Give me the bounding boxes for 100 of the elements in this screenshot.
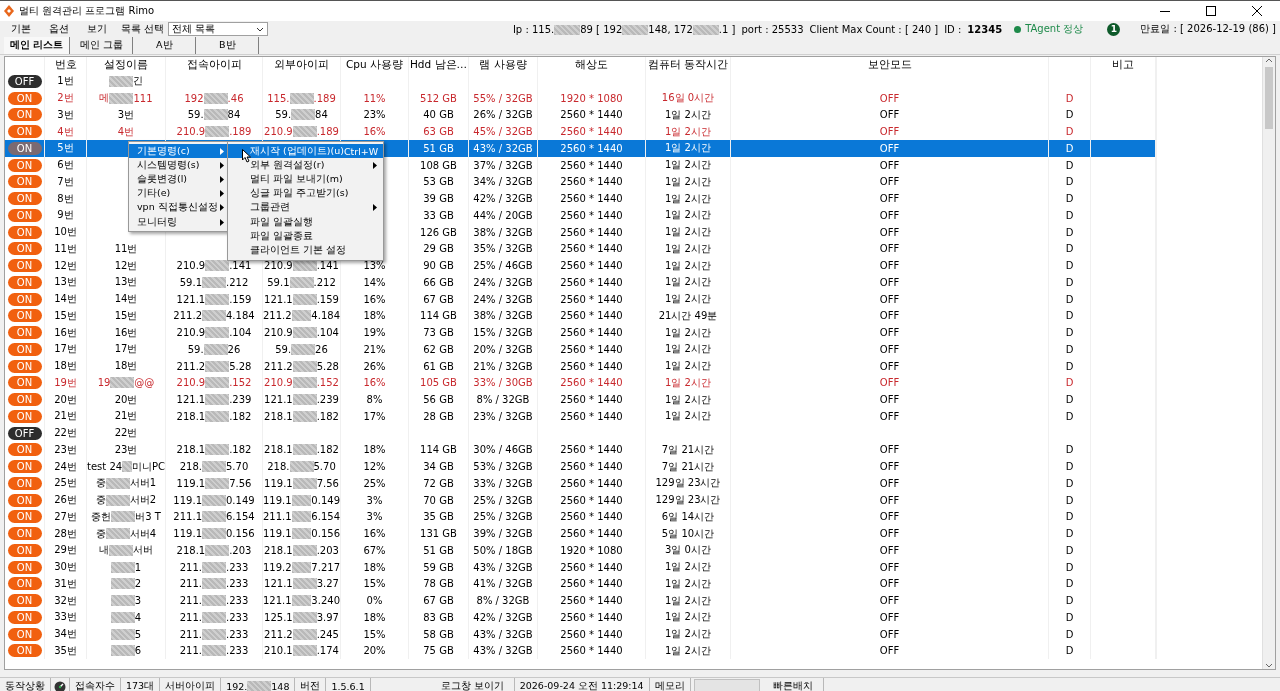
table-cell: 119.1 0.149 xyxy=(263,491,341,509)
table-cell: OFF xyxy=(731,223,1049,241)
column-header[interactable]: 설정이름 xyxy=(87,57,166,73)
menu-item[interactable]: 시스템명령(s) xyxy=(129,158,230,173)
vertical-scrollbar[interactable] xyxy=(1262,57,1275,669)
table-row[interactable]: OFF 22번 22번 xyxy=(5,424,1155,442)
status-button[interactable]: 로그창 보이기 xyxy=(430,678,515,691)
table-row[interactable]: ON 29번 내 서버 218.1 .203 218.1 .203 67% 51 GB 50% / 18GB 1920 * 1080 3일 0시간 OFF D xyxy=(5,542,1155,559)
column-header[interactable]: Hdd 남은… xyxy=(409,57,469,73)
menu-item[interactable]: 슬롯변경(l) xyxy=(129,172,230,187)
menu-item[interactable]: 멀티 파일 보내기(m) xyxy=(228,172,383,187)
table-row[interactable]: ON 31번 2 211. .233 121.1 3.27 15% 78 GB 41% / 32GB 2560 * 1440 1일 2시간 OFF D xyxy=(5,575,1155,593)
table-cell: 2560 * 1440 xyxy=(538,156,646,174)
table-row[interactable]: ON 30번 1 211. .233 119.2 7.217 18% 59 GB 43% / 32GB 2560 * 1440 1일 2시간 OFF D xyxy=(5,558,1155,576)
table-cell: 119.2 7.217 xyxy=(263,558,341,576)
table-row[interactable]: ON 27번 중헌 버3 T 211.1 6.154 211.1 6.154 3% 35 GB 25% / 32GB 2560 * 1440 6일 14시간 OFF D xyxy=(5,508,1155,526)
power-toggle[interactable]: OFF xyxy=(7,426,42,440)
table-cell: 3% xyxy=(341,508,409,526)
table-cell: 11번 xyxy=(45,240,87,258)
table-row[interactable]: ON 35번 6 211. .233 210.1 .174 20% 75 GB 43% / 32GB 2560 * 1440 1일 2시간 OFF D xyxy=(5,642,1155,660)
column-header[interactable]: 보안모드 xyxy=(731,57,1049,73)
id-label: ID : xyxy=(944,23,962,35)
table-row[interactable]: ON 24번 test 24 미니PC 218. 5.70 218. 5.70 12% 34 GB 53% / 32GB 2560 * 1440 7일 21시간 OFF D xyxy=(5,458,1155,475)
table-cell: OFF xyxy=(731,257,1049,274)
table-row[interactable]: ON 17번 17번 59. 26 59. 26 21% 62 GB 20% / 32GB 2560 * 1440 1일 2시간 OFF D xyxy=(5,341,1155,358)
table-cell: 210.1 .174 xyxy=(263,642,341,660)
table-row[interactable]: ON 14번 14번 121.1 .159 121.1 .159 16% 67 GB 24% / 32GB 2560 * 1440 1일 2시간 OFF D xyxy=(5,290,1155,308)
table-cell: 21시간 49분 xyxy=(646,307,731,325)
table-cell: 59. 84 xyxy=(263,106,341,124)
table-cell: 12번 xyxy=(87,257,166,274)
table-cell: 66 GB xyxy=(409,274,469,291)
table-row[interactable]: ON 15번 15번 211.2 4.184 211.2 4.184 18% 114 GB 38% / 32GB 2560 * 1440 21시간 49분 OFF D xyxy=(5,307,1155,325)
column-header[interactable]: 비고 xyxy=(1091,57,1156,73)
table-row[interactable]: ON 19번 19 @@ 210.9 .152 210.9 .152 16% 105 GB 33% / 30GB 2560 * 1440 1일 2시간 OFF D xyxy=(5,374,1155,392)
menu-item[interactable]: 기본명령(c) xyxy=(129,144,230,159)
column-header[interactable]: 해상도 xyxy=(538,57,646,73)
table-cell: D xyxy=(1049,324,1091,341)
table-cell: 33% / 30GB xyxy=(469,374,538,392)
menu-item[interactable]: 기본 xyxy=(3,22,39,36)
table-row[interactable]: ON 21번 21번 218.1 .182 218.1 .182 17% 28 GB 23% / 32GB 2560 * 1440 1일 2시간 OFF D xyxy=(5,408,1155,425)
table-cell: OFF xyxy=(731,307,1049,325)
table-cell: 37% / 32GB xyxy=(469,156,538,174)
status-gauge-icon xyxy=(54,680,66,691)
menu-item[interactable]: 외부 원격설정(r) xyxy=(228,158,383,173)
table-row[interactable]: ON 2번 메 111 192 .46 115. .189 11% 512 GB 55% / 32GB 1920 * 1080 16일 0시간 OFF D xyxy=(5,89,1155,107)
scroll-up-icon[interactable] xyxy=(1265,57,1273,65)
table-row[interactable]: ON 28번 중 서버4 119.1 0.156 119.1 0.156 16% 131 GB 39% / 32GB 2560 * 1440 5일 10시간 OFF D xyxy=(5,525,1155,542)
table-cell: D xyxy=(1049,592,1091,609)
column-header[interactable]: 번호 xyxy=(45,57,87,73)
menu-item[interactable]: 보기 xyxy=(79,22,115,36)
menu-item[interactable]: 클라이언트 기본 설정 xyxy=(228,243,383,258)
table-cell: 23번 xyxy=(45,441,87,459)
table-row[interactable]: ON 16번 16번 210.9 .104 210.9 .104 19% 73 GB 15% / 32GB 2560 * 1440 1일 2시간 OFF D xyxy=(5,324,1155,341)
table-row[interactable]: ON 23번 23번 218.1 .182 218.1 .182 18% 114 GB 30% / 46GB 2560 * 1440 7일 21시간 OFF D xyxy=(5,441,1155,459)
table-row[interactable]: ON 34번 5 211. .233 211.2 .245 15% 58 GB 43% / 32GB 2560 * 1440 1일 2시간 OFF D xyxy=(5,625,1155,643)
table-row[interactable]: ON 33번 4 211. .233 125.1 3.97 18% 83 GB 42% / 32GB 2560 * 1440 1일 2시간 OFF D xyxy=(5,609,1155,626)
table-cell: D xyxy=(1049,609,1091,626)
column-header[interactable]: 외부아이피 xyxy=(263,57,341,73)
table-cell: 28 GB xyxy=(409,408,469,425)
column-header[interactable]: 램 사용량 xyxy=(469,57,538,73)
table-row[interactable]: ON 32번 3 211. .233 121.1 3.240 0% 67 GB 8% / 32GB 2560 * 1440 1일 2시간 OFF D xyxy=(5,592,1155,609)
table-cell: 19% xyxy=(341,324,409,341)
table-cell: 17번 xyxy=(87,341,166,358)
table-cell: OFF xyxy=(731,207,1049,224)
table-cell: 53 GB xyxy=(409,173,469,191)
table-cell: 17번 xyxy=(45,341,87,358)
table-cell: 8% xyxy=(341,391,409,408)
table-cell: 39% / 32GB xyxy=(469,525,538,542)
table-cell: 34 GB xyxy=(409,458,469,475)
table-row[interactable]: ON 3번 3번 59. 84 59. 84 23% 40 GB 26% / 32GB 2560 * 1440 1일 2시간 OFF D xyxy=(5,106,1155,124)
tab[interactable]: 메인 리스트 xyxy=(4,37,71,54)
column-header[interactable]: 접속아이피 xyxy=(166,57,263,73)
table-cell: 121.1 .239 xyxy=(263,391,341,408)
power-toggle[interactable]: ON xyxy=(7,141,42,155)
table-cell: OFF xyxy=(731,240,1049,258)
caret-icon xyxy=(256,26,265,32)
status-button[interactable]: 빠른배치 xyxy=(762,678,824,691)
scrollbar-thumb[interactable] xyxy=(1265,67,1273,129)
table-cell: D xyxy=(1049,491,1091,509)
column-header[interactable]: 컴퓨터 동작시간 xyxy=(646,57,731,73)
table-cell: 20번 xyxy=(87,391,166,408)
menu-item[interactable]: 재시작 (업데이트)(u)Ctrl+W xyxy=(228,144,383,159)
server-ip-text: Ip : 115. 89 [ 192 148, 172 .1 ] xyxy=(512,23,736,35)
table-row[interactable]: ON 26번 중 서버2 119.1 0.149 119.1 0.149 3% 70 GB 25% / 32GB 2560 * 1440 129일 23시간 OFF D xyxy=(5,491,1155,509)
table-row[interactable]: ON 13번 13번 59.1 .212 59.1 .212 14% 66 GB 24% / 32GB 2560 * 1440 1일 2시간 OFF D xyxy=(5,274,1155,291)
power-toggle[interactable]: OFF xyxy=(7,74,42,88)
table-cell: OFF xyxy=(731,592,1049,609)
table-row[interactable]: OFF 1번 긴 xyxy=(5,73,1155,90)
table-cell: 1일 2시간 xyxy=(646,290,731,308)
table-cell: 2560 * 1440 xyxy=(538,374,646,392)
table-row[interactable]: ON 18번 18번 211.2 5.28 211.2 5.28 26% 61 GB 21% / 32GB 2560 * 1440 1일 2시간 OFF D xyxy=(5,357,1155,375)
table-row[interactable]: ON 20번 20번 121.1 .239 121.1 .239 8% 56 GB 8% / 32GB 2560 * 1440 1일 2시간 OFF D xyxy=(5,391,1155,408)
table-cell: 34% / 32GB xyxy=(469,173,538,191)
menu-item[interactable]: 옵션 xyxy=(41,22,77,36)
table-row[interactable]: ON 25번 중 서버1 119.1 7.56 119.1 7.56 25% 72 GB 33% / 32GB 2560 * 1440 129일 23시간 OFF D xyxy=(5,475,1155,492)
column-header[interactable]: Cpu 사용량 xyxy=(341,57,409,73)
app-logo-icon xyxy=(4,5,14,17)
table-cell: 1일 2시간 xyxy=(646,609,731,626)
list-select-dropdown[interactable]: 전체 목록 xyxy=(168,22,269,36)
scroll-down-icon[interactable] xyxy=(1265,661,1273,669)
